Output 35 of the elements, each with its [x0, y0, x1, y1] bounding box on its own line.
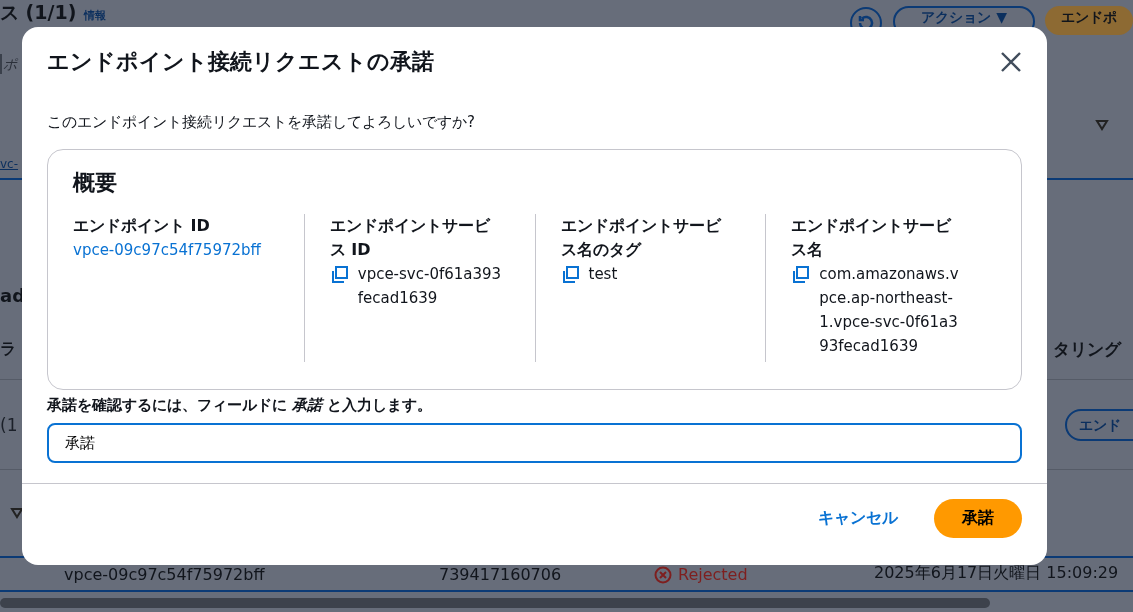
table-cell: 2025年6月17日火曜日 15:09:29: [874, 563, 1119, 584]
dialog-title: エンドポイント接続リクエストの承諾: [47, 48, 434, 76]
filter-icon[interactable]: [1095, 119, 1109, 131]
copy-icon[interactable]: [560, 265, 581, 285]
table-cell-text: vpce-09c97c54f75972bff: [64, 565, 266, 584]
confirm-instruction: 承諾を確認するには、フィールドに 承諾 と入力します。: [47, 396, 434, 415]
confirm-input-field[interactable]: 承諾: [47, 423, 1022, 463]
endpoint-button[interactable]: エンド: [1065, 408, 1133, 441]
field-label: エンドポイントサービス ID: [329, 215, 492, 261]
link[interactable]: vc-: [0, 157, 19, 171]
field-value: com.amazonaws.vpce.ap-northeast-1.vpce-svc-0f61a393fecad1639: [819, 264, 960, 357]
error-icon: [654, 565, 672, 584]
confirmation-question: このエンドポイント接続リクエストを承諾してよろしいですか?: [47, 113, 476, 132]
sort-icon[interactable]: [10, 507, 24, 519]
item-count: (1: [0, 414, 18, 435]
copy-icon[interactable]: [329, 265, 350, 285]
close-icon[interactable]: [1000, 51, 1022, 73]
page-heading: ス (1/1): [0, 0, 77, 24]
info-link[interactable]: 情報: [84, 8, 107, 23]
status-text: Rejected: [678, 565, 748, 584]
copy-icon[interactable]: [791, 265, 812, 285]
field-value: test: [588, 264, 618, 285]
field-label: エンドポイント ID: [73, 215, 211, 237]
field-label: エンドポイントサービス名のタグ: [560, 215, 723, 261]
endpoint-link[interactable]: vpce-09c97c54f75972bff: [73, 238, 274, 262]
summary-title: 概要: [73, 169, 118, 197]
scrollbar[interactable]: [0, 598, 990, 608]
cancel-button[interactable]: キャンセル: [802, 500, 914, 537]
field-label: エンドポイントサービス名: [791, 215, 953, 261]
accept-button[interactable]: 承諾: [934, 499, 1022, 538]
create-button[interactable]: エンドポ: [1045, 6, 1133, 35]
tab-label: タリング: [1053, 338, 1121, 361]
table-cell-text: 739417160706: [439, 565, 563, 584]
tab-label: ラ: [0, 339, 16, 360]
field-value: vpce-svc-0f61a393fecad1639: [357, 264, 503, 309]
